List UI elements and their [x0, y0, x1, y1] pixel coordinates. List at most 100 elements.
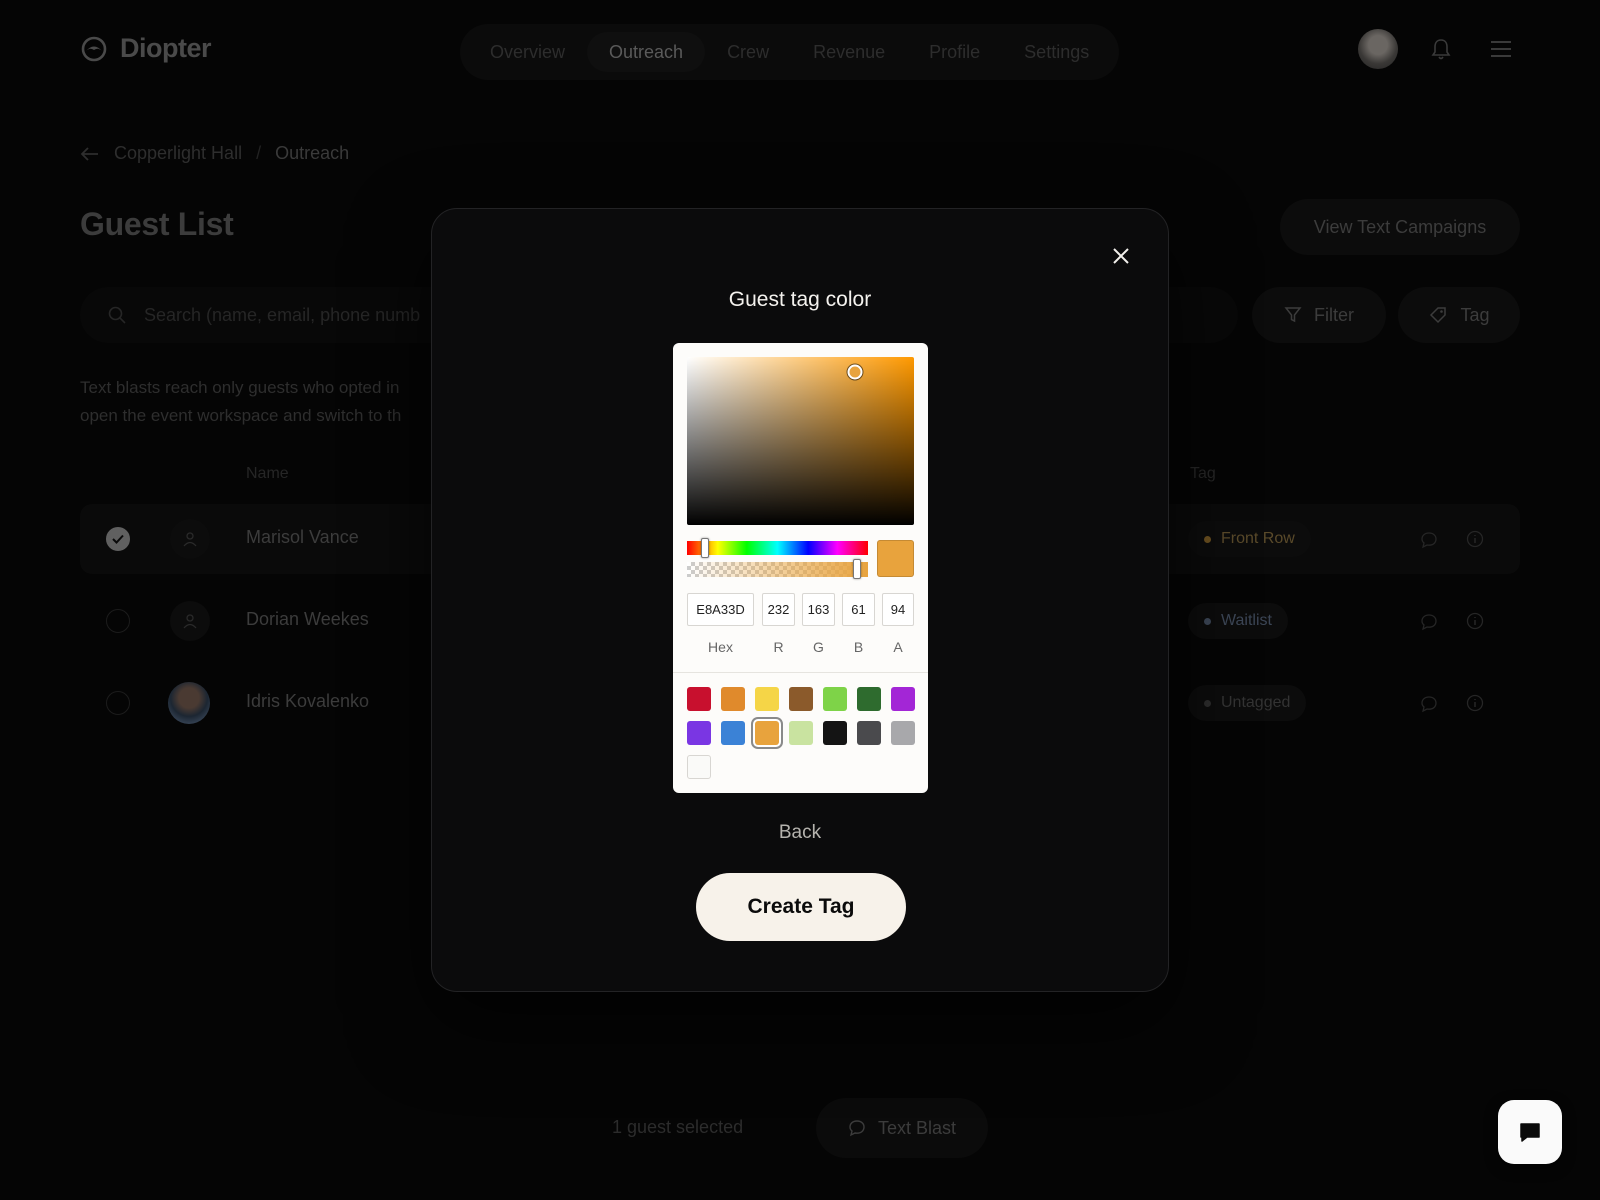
guest-name: Marisol Vance [246, 527, 359, 547]
info-icon[interactable] [1466, 694, 1484, 712]
nav-overview[interactable]: Overview [468, 32, 587, 72]
tag-dot [1204, 699, 1211, 707]
column-header-tag[interactable]: Tag [1190, 465, 1216, 483]
check-icon [112, 534, 124, 544]
column-header-name[interactable]: Name [246, 465, 289, 483]
top-bar: Diopter Overview Outreach Crew Revenue P… [0, 0, 1600, 100]
filter-icon [1284, 307, 1302, 323]
avatar [168, 682, 210, 724]
alpha-slider[interactable] [687, 559, 868, 579]
selection-count: 1 guest selected [612, 1117, 744, 1137]
alpha-slider-handle[interactable] [853, 559, 862, 579]
chat-icon[interactable] [1420, 531, 1438, 549]
close-icon[interactable] [1110, 245, 1132, 267]
nav-crew[interactable]: Crew [705, 32, 791, 72]
color-swatch[interactable] [687, 755, 711, 779]
guest-name: Dorian Weekes [246, 609, 369, 629]
nav-outreach[interactable]: Outreach [587, 32, 706, 72]
saturation-brightness-handle[interactable] [847, 364, 863, 380]
saturation-brightness-area[interactable] [687, 357, 914, 525]
color-swatch[interactable] [823, 721, 847, 745]
search-input[interactable]: Search (name, email, phone numb [144, 305, 420, 326]
chat-icon [849, 1120, 865, 1137]
color-swatch[interactable] [755, 721, 779, 745]
tag-dot [1204, 617, 1211, 625]
avatar-placeholder [170, 601, 210, 641]
color-swatch[interactable] [857, 687, 881, 711]
tag-pill-label: Untagged [1221, 694, 1291, 711]
hex-label: Hex [708, 639, 733, 655]
blue-label: B [853, 639, 864, 655]
breadcrumb: Copperlight Hall / Outreach [80, 143, 349, 164]
back-button[interactable]: Back [432, 822, 1168, 844]
row-checkbox[interactable] [106, 691, 130, 715]
color-swatch[interactable] [789, 687, 813, 711]
tag-color-modal: Guest tag color Hex R G B A Back Create … [431, 208, 1169, 992]
tag-pill-label: Waitlist [1221, 612, 1272, 629]
tag-button[interactable]: Tag [1398, 287, 1520, 343]
row-checkbox[interactable] [106, 527, 130, 551]
color-picker: Hex R G B A [673, 343, 928, 793]
red-label: R [773, 639, 784, 655]
main-nav: Overview Outreach Crew Revenue Profile S… [460, 24, 1120, 80]
color-swatch[interactable] [687, 687, 711, 711]
tag-pill[interactable]: Waitlist [1188, 603, 1288, 639]
logo[interactable]: Diopter [80, 33, 212, 64]
hue-slider[interactable] [687, 538, 868, 558]
tag-pill[interactable]: Untagged [1188, 685, 1307, 721]
chat-icon[interactable] [1420, 613, 1438, 631]
color-swatch[interactable] [687, 721, 711, 745]
guest-name: Idris Kovalenko [246, 691, 370, 711]
green-input[interactable] [802, 593, 835, 626]
chat-icon[interactable] [1420, 695, 1438, 713]
color-swatch[interactable] [721, 687, 745, 711]
search-icon [108, 306, 126, 324]
nav-revenue[interactable]: Revenue [791, 32, 907, 72]
tag-pill-label: Front Row [1221, 530, 1295, 547]
breadcrumb-current: Outreach [275, 143, 350, 163]
user-icon [183, 532, 197, 547]
modal-title: Guest tag color [728, 288, 872, 311]
bell-icon[interactable] [1430, 37, 1452, 61]
filter-button[interactable]: Filter [1252, 287, 1386, 343]
color-swatch[interactable] [891, 687, 915, 711]
color-preview [877, 540, 914, 577]
color-swatch[interactable] [721, 721, 745, 745]
info-icon[interactable] [1466, 612, 1484, 630]
logo-icon [81, 36, 107, 61]
color-swatch[interactable] [755, 687, 779, 711]
color-swatch[interactable] [891, 721, 915, 745]
color-swatch[interactable] [823, 687, 847, 711]
view-text-campaigns-button[interactable]: View Text Campaigns [1280, 199, 1520, 255]
row-checkbox[interactable] [106, 609, 130, 633]
tag-pill[interactable]: Front Row [1188, 521, 1311, 557]
nav-settings[interactable]: Settings [1002, 32, 1111, 72]
tag-dot [1204, 535, 1211, 543]
user-avatar[interactable] [1358, 29, 1398, 69]
hue-slider-handle[interactable] [701, 538, 710, 558]
hex-input[interactable] [687, 593, 754, 626]
app-name: Diopter [120, 33, 212, 63]
nav-profile[interactable]: Profile [907, 32, 1002, 72]
text-blast-button[interactable]: Text Blast [816, 1098, 988, 1158]
message-icon [1520, 1123, 1540, 1142]
info-icon[interactable] [1466, 530, 1484, 548]
breadcrumb-separator: / [256, 143, 262, 163]
create-tag-button[interactable]: Create Tag [696, 873, 906, 941]
tag-icon [1430, 307, 1447, 324]
filter-label: Filter [1314, 304, 1354, 325]
color-swatch[interactable] [789, 721, 813, 745]
menu-icon[interactable] [1490, 40, 1512, 58]
support-chat-button[interactable] [1498, 1100, 1562, 1164]
blue-input[interactable] [842, 593, 875, 626]
alpha-input[interactable] [882, 593, 914, 626]
tag-label: Tag [1460, 304, 1490, 325]
picker-divider [673, 672, 928, 673]
color-swatch[interactable] [857, 721, 881, 745]
green-label: G [813, 639, 824, 655]
back-arrow-icon[interactable] [80, 146, 100, 162]
breadcrumb-parent[interactable]: Copperlight Hall [114, 143, 242, 164]
page-title: Guest List [80, 206, 234, 242]
red-input[interactable] [762, 593, 795, 626]
avatar-placeholder [170, 519, 210, 559]
